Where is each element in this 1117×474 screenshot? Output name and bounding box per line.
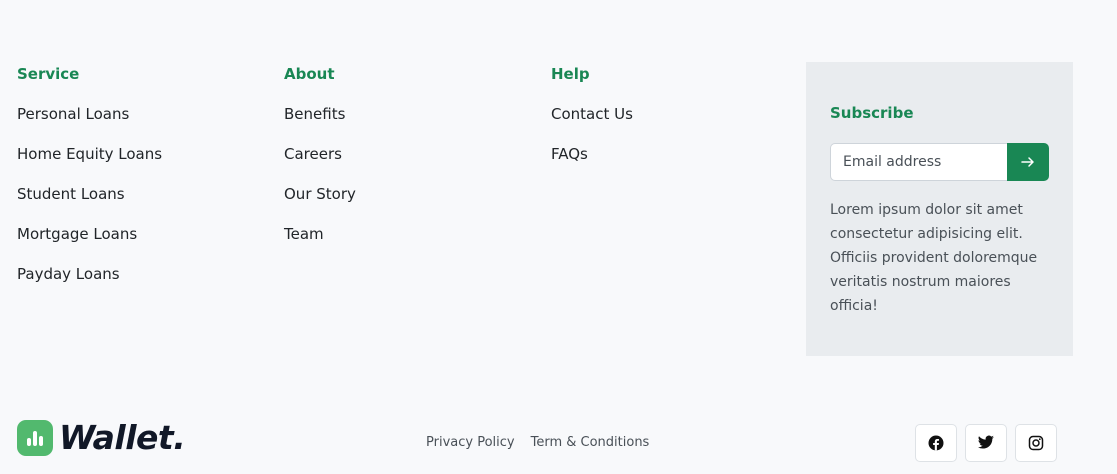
footer-column-help: Help Contact Us FAQs <box>551 64 633 184</box>
terms-conditions-link[interactable]: Term & Conditions <box>531 434 650 452</box>
column-title-about: About <box>284 65 335 83</box>
footer-link-benefits[interactable]: Benefits <box>284 104 345 124</box>
legal-links: Privacy Policy Term & Conditions <box>426 434 665 452</box>
instagram-button[interactable] <box>1015 424 1057 462</box>
subscribe-title: Subscribe <box>830 104 914 122</box>
subscribe-form <box>830 143 1049 181</box>
footer-link-contact-us[interactable]: Contact Us <box>551 104 633 124</box>
footer-link-mortgage-loans[interactable]: Mortgage Loans <box>17 224 137 244</box>
footer-link-home-equity-loans[interactable]: Home Equity Loans <box>17 144 162 164</box>
footer-link-faqs[interactable]: FAQs <box>551 144 588 164</box>
column-title-service: Service <box>17 65 80 83</box>
bar-chart-icon <box>17 420 53 456</box>
brand-name: Wallet. <box>59 418 186 457</box>
footer-link-student-loans[interactable]: Student Loans <box>17 184 125 204</box>
facebook-button[interactable] <box>915 424 957 462</box>
subscribe-description: Lorem ipsum dolor sit amet consectetur a… <box>830 202 1038 314</box>
footer-link-personal-loans[interactable]: Personal Loans <box>17 104 129 124</box>
footer-link-careers[interactable]: Careers <box>284 144 342 164</box>
footer-link-team[interactable]: Team <box>284 224 324 244</box>
footer-column-service: Service Personal Loans Home Equity Loans… <box>17 64 162 304</box>
instagram-icon <box>1028 435 1044 451</box>
arrow-right-icon <box>1021 157 1034 167</box>
subscribe-panel: Subscribe Lorem ipsum dolor sit amet con… <box>806 62 1073 356</box>
column-title-help: Help <box>551 65 590 83</box>
subscribe-button[interactable] <box>1007 143 1049 181</box>
facebook-icon <box>928 435 944 451</box>
social-links <box>915 424 1065 462</box>
footer-column-about: About Benefits Careers Our Story Team <box>284 64 356 264</box>
privacy-policy-link[interactable]: Privacy Policy <box>426 434 515 452</box>
email-input[interactable] <box>830 143 1007 181</box>
twitter-button[interactable] <box>965 424 1007 462</box>
twitter-icon <box>978 435 994 449</box>
brand-logo[interactable]: Wallet. <box>17 418 186 458</box>
footer-link-our-story[interactable]: Our Story <box>284 184 356 204</box>
footer-link-payday-loans[interactable]: Payday Loans <box>17 264 120 284</box>
